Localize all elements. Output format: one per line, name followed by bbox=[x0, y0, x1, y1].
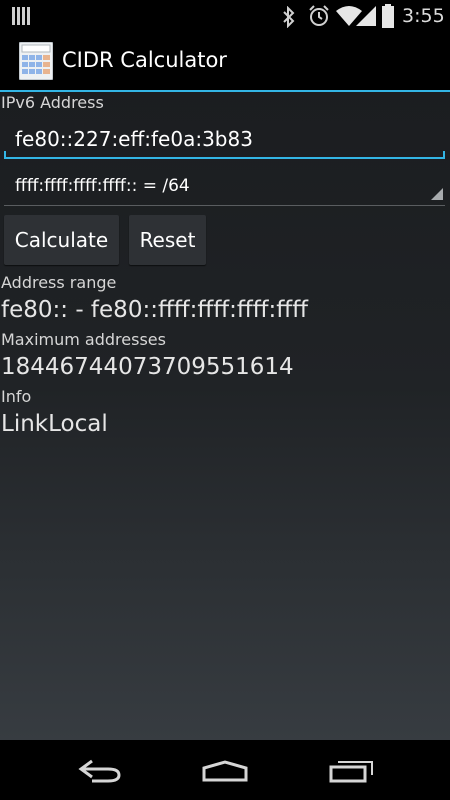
back-icon[interactable] bbox=[78, 759, 122, 787]
app-content: CIDR Calculator IPv6 Address fe80::227:e… bbox=[0, 33, 450, 740]
info-value: LinkLocal bbox=[1, 411, 108, 437]
info-label: Info bbox=[1, 387, 32, 406]
alarm-icon bbox=[308, 5, 330, 31]
status-time: 3:55 bbox=[402, 5, 445, 27]
maximum-addresses-label: Maximum addresses bbox=[1, 330, 166, 349]
input-underline-tick-left bbox=[4, 151, 6, 159]
input-underline bbox=[4, 157, 445, 159]
ipv6-address-input[interactable]: fe80::227:eff:fe0a:3b83 bbox=[4, 119, 445, 159]
action-bar: CIDR Calculator bbox=[0, 33, 450, 92]
prefix-length-select[interactable]: ffff:ffff:ffff:ffff:: = /64 bbox=[4, 170, 445, 206]
address-range-label: Address range bbox=[1, 273, 117, 292]
dropdown-arrow-icon[interactable] bbox=[431, 185, 443, 204]
calculate-button-label: Calculate bbox=[14, 228, 109, 252]
status-bar: 3:55 bbox=[0, 0, 450, 33]
maximum-addresses-value: 18446744073709551614 bbox=[1, 354, 294, 380]
home-icon[interactable] bbox=[201, 760, 249, 786]
battery-icon bbox=[382, 4, 394, 32]
input-underline-tick-right bbox=[443, 151, 445, 159]
address-range-value: fe80:: - fe80::ffff:ffff:ffff:ffff bbox=[1, 297, 308, 323]
recent-apps-icon[interactable] bbox=[329, 757, 375, 787]
calculate-button[interactable]: Calculate bbox=[4, 215, 119, 265]
select-underline bbox=[4, 205, 445, 206]
reset-button[interactable]: Reset bbox=[129, 215, 206, 265]
prefix-length-selected[interactable]: ffff:ffff:ffff:ffff:: = /64 bbox=[15, 176, 190, 196]
notification-icon bbox=[12, 7, 30, 29]
ipv6-address-value[interactable]: fe80::227:eff:fe0a:3b83 bbox=[15, 127, 253, 151]
navigation-bar bbox=[0, 740, 450, 800]
reset-button-label: Reset bbox=[139, 228, 196, 252]
signal-icon bbox=[356, 5, 378, 31]
calculator-app-icon[interactable] bbox=[18, 41, 54, 84]
app-title: CIDR Calculator bbox=[62, 48, 227, 72]
ipv6-address-label: IPv6 Address bbox=[1, 93, 104, 112]
bluetooth-icon bbox=[282, 5, 296, 32]
